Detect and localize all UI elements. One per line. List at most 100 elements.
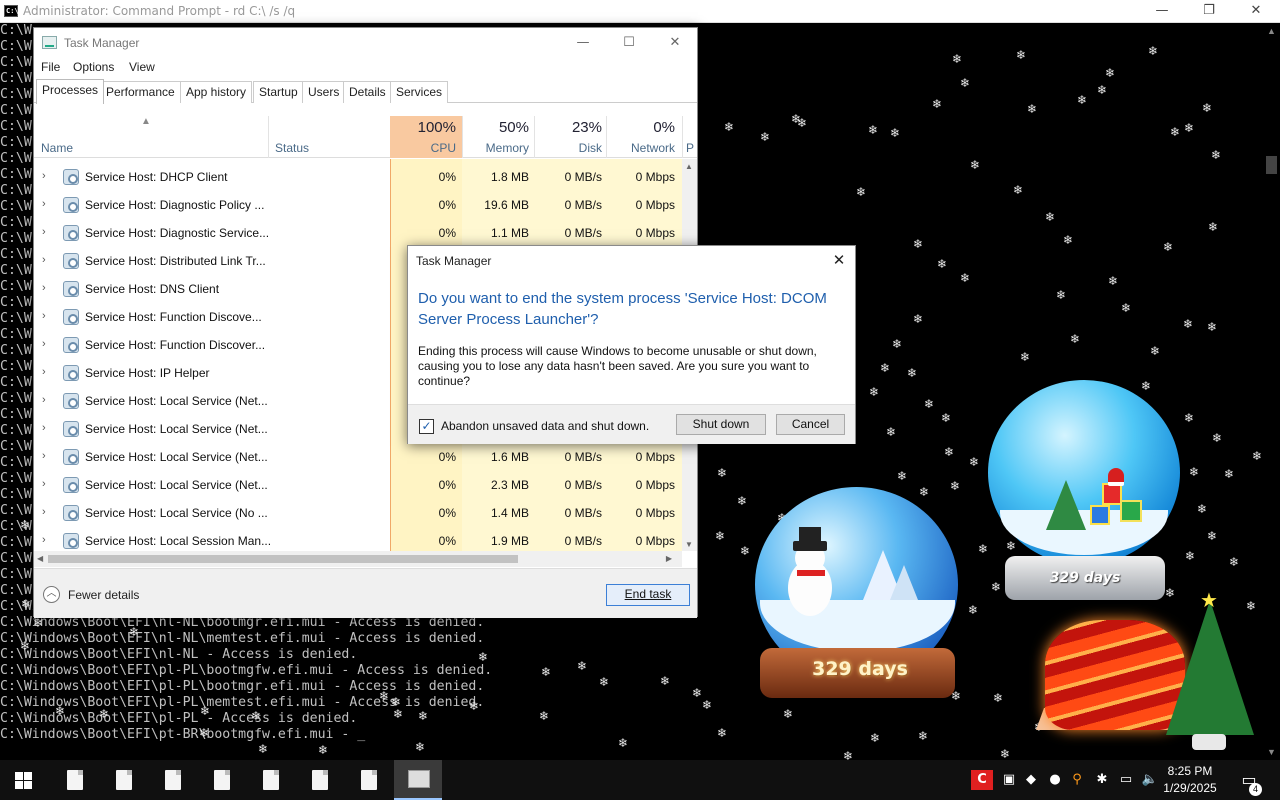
process-row[interactable]: › Service Host: Local Service (Net... 0% 2.… bbox=[34, 471, 684, 499]
tab-details[interactable]: Details bbox=[343, 81, 392, 103]
dropbox-icon[interactable]: ◆ bbox=[1020, 770, 1042, 790]
chevron-right-icon[interactable]: › bbox=[42, 478, 46, 490]
cancel-button[interactable]: Cancel bbox=[776, 414, 845, 435]
process-row[interactable]: › Service Host: Local Service (Net... 0% 1.… bbox=[34, 443, 684, 471]
chevron-right-icon[interactable]: › bbox=[42, 198, 46, 210]
process-row[interactable]: › Service Host: Diagnostic Service... 0% 1.… bbox=[34, 219, 684, 247]
snowflake-icon: ❄ bbox=[33, 616, 44, 630]
scroll-up-icon[interactable]: ▲ bbox=[685, 162, 693, 171]
start-button[interactable] bbox=[0, 760, 48, 800]
snowflake-icon: ❄ bbox=[1197, 502, 1208, 516]
end-process-dialog[interactable]: Task Manager ✕ Do you want to end the sy… bbox=[407, 245, 856, 444]
memory-label[interactable]: Memory bbox=[462, 141, 529, 155]
tab-startup[interactable]: Startup bbox=[253, 81, 304, 103]
scroll-right-icon[interactable]: ▶ bbox=[666, 554, 672, 563]
shut-down-button[interactable]: Shut down bbox=[676, 414, 766, 435]
taskbar-document-icon[interactable] bbox=[51, 760, 99, 800]
chevron-right-icon[interactable]: › bbox=[42, 282, 46, 294]
process-list-hscrollbar[interactable]: ◀ ▶ bbox=[34, 551, 682, 567]
disk-total[interactable]: 23% bbox=[534, 119, 602, 136]
chevron-right-icon[interactable]: › bbox=[42, 170, 46, 182]
column-name[interactable]: Name bbox=[41, 141, 73, 155]
tab-performance[interactable]: Performance bbox=[100, 81, 181, 103]
tab-services[interactable]: Services bbox=[390, 81, 449, 103]
service-gear-icon bbox=[63, 505, 79, 521]
menu-view[interactable]: View bbox=[129, 60, 155, 74]
chevron-right-icon[interactable]: › bbox=[42, 226, 46, 238]
snowflake-icon: ❄ bbox=[978, 542, 989, 556]
console-scroll-thumb[interactable] bbox=[1266, 156, 1277, 174]
snow-globe-right-countdown: 329 days bbox=[1049, 570, 1121, 586]
process-row[interactable]: › Service Host: Local Session Man... 0% 1.9… bbox=[34, 527, 684, 551]
network-total[interactable]: 0% bbox=[606, 119, 675, 136]
process-disk: 0 MB/s bbox=[564, 198, 602, 212]
ink-icon[interactable]: ● bbox=[1044, 770, 1066, 790]
end-task-button[interactable]: End task bbox=[606, 584, 690, 606]
column-status[interactable]: Status bbox=[275, 141, 309, 155]
snowflake-icon: ❄ bbox=[1045, 210, 1056, 224]
chevron-right-icon[interactable]: › bbox=[42, 450, 46, 462]
chevron-right-icon[interactable]: › bbox=[42, 310, 46, 322]
taskbar-document-icon[interactable] bbox=[247, 760, 295, 800]
snowflake-icon: ❄ bbox=[1224, 467, 1235, 481]
tab-app-history[interactable]: App history bbox=[180, 81, 253, 103]
task-manager-titlebar[interactable]: Task Manager — ☐ ✕ bbox=[34, 28, 697, 58]
tm-close-button[interactable]: ✕ bbox=[652, 30, 698, 56]
security-icon[interactable]: C bbox=[971, 770, 993, 790]
chevron-right-icon[interactable]: › bbox=[42, 338, 46, 350]
console-scrollbar[interactable]: ▲ ▼ bbox=[1263, 23, 1280, 760]
search-icon[interactable]: ⚲ bbox=[1066, 770, 1088, 790]
process-row[interactable]: › Service Host: Diagnostic Policy ... 0% 19… bbox=[34, 191, 684, 219]
tab-processes[interactable]: Processes bbox=[36, 79, 105, 104]
chevron-right-icon[interactable]: › bbox=[42, 422, 46, 434]
abandon-data-checkbox[interactable]: ✓ bbox=[419, 419, 434, 434]
chevron-right-icon[interactable]: › bbox=[42, 366, 46, 378]
tm-maximize-button[interactable]: ☐ bbox=[606, 30, 652, 56]
abandon-data-label[interactable]: Abandon unsaved data and shut down. bbox=[441, 419, 649, 433]
network-adapter-icon[interactable]: ▣ bbox=[998, 770, 1020, 790]
clock-date[interactable]: 1/29/2025 bbox=[1160, 781, 1220, 795]
taskbar-document-icon[interactable] bbox=[296, 760, 344, 800]
tab-users[interactable]: Users bbox=[302, 81, 346, 103]
hscroll-thumb[interactable] bbox=[48, 555, 518, 563]
volume-icon[interactable]: 🔈 bbox=[1139, 770, 1161, 790]
scroll-down-icon[interactable]: ▼ bbox=[1267, 747, 1276, 757]
taskbar-document-icon[interactable] bbox=[100, 760, 148, 800]
column-power-partial[interactable]: P bbox=[686, 141, 696, 155]
taskbar-document-icon[interactable] bbox=[345, 760, 393, 800]
taskbar-document-icon[interactable] bbox=[198, 760, 246, 800]
clock-time[interactable]: 8:25 PM bbox=[1160, 764, 1220, 778]
chevron-up-icon[interactable]: ︿ bbox=[43, 586, 60, 603]
tm-minimize-button[interactable]: — bbox=[560, 30, 606, 56]
taskbar-task-manager-icon[interactable] bbox=[394, 760, 442, 800]
sort-up-icon[interactable]: ▲ bbox=[141, 116, 153, 127]
chevron-right-icon[interactable]: › bbox=[42, 394, 46, 406]
process-network: 0 Mbps bbox=[635, 198, 675, 212]
scroll-left-icon[interactable]: ◀ bbox=[37, 554, 43, 563]
menu-options[interactable]: Options bbox=[73, 60, 114, 74]
memory-total[interactable]: 50% bbox=[462, 119, 529, 136]
fewer-details-link[interactable]: Fewer details bbox=[68, 588, 139, 602]
console-titlebar[interactable]: C:\ Administrator: Command Prompt - rd C… bbox=[0, 0, 1280, 23]
console-minimize-button[interactable]: — bbox=[1139, 0, 1185, 23]
snowflake-icon: ❄ bbox=[541, 665, 552, 679]
console-maximize-button[interactable]: ❐ bbox=[1186, 0, 1232, 23]
menu-file[interactable]: File bbox=[41, 60, 60, 74]
scroll-up-icon[interactable]: ▲ bbox=[1267, 26, 1276, 36]
taskbar-document-icon[interactable] bbox=[149, 760, 197, 800]
console-close-button[interactable]: ✕ bbox=[1233, 0, 1279, 23]
chevron-right-icon[interactable]: › bbox=[42, 506, 46, 518]
chevron-right-icon[interactable]: › bbox=[42, 254, 46, 266]
dialog-close-button[interactable]: ✕ bbox=[829, 250, 849, 270]
snowman-hat-brim bbox=[793, 541, 827, 551]
network-label[interactable]: Network bbox=[606, 141, 675, 155]
network-icon[interactable]: ▭ bbox=[1115, 770, 1137, 790]
settings-icon[interactable]: ✱ bbox=[1091, 770, 1113, 790]
disk-label[interactable]: Disk bbox=[534, 141, 602, 155]
process-row[interactable]: › Service Host: Local Service (No ... 0% 1.… bbox=[34, 499, 684, 527]
scroll-down-icon[interactable]: ▼ bbox=[685, 540, 693, 549]
task-manager-menubar: File Options View bbox=[34, 58, 697, 78]
process-memory: 1.4 MB bbox=[490, 506, 529, 520]
chevron-right-icon[interactable]: › bbox=[42, 534, 46, 546]
process-row[interactable]: › Service Host: DHCP Client 0% 1.8 MB 0 MB/s… bbox=[34, 163, 684, 191]
